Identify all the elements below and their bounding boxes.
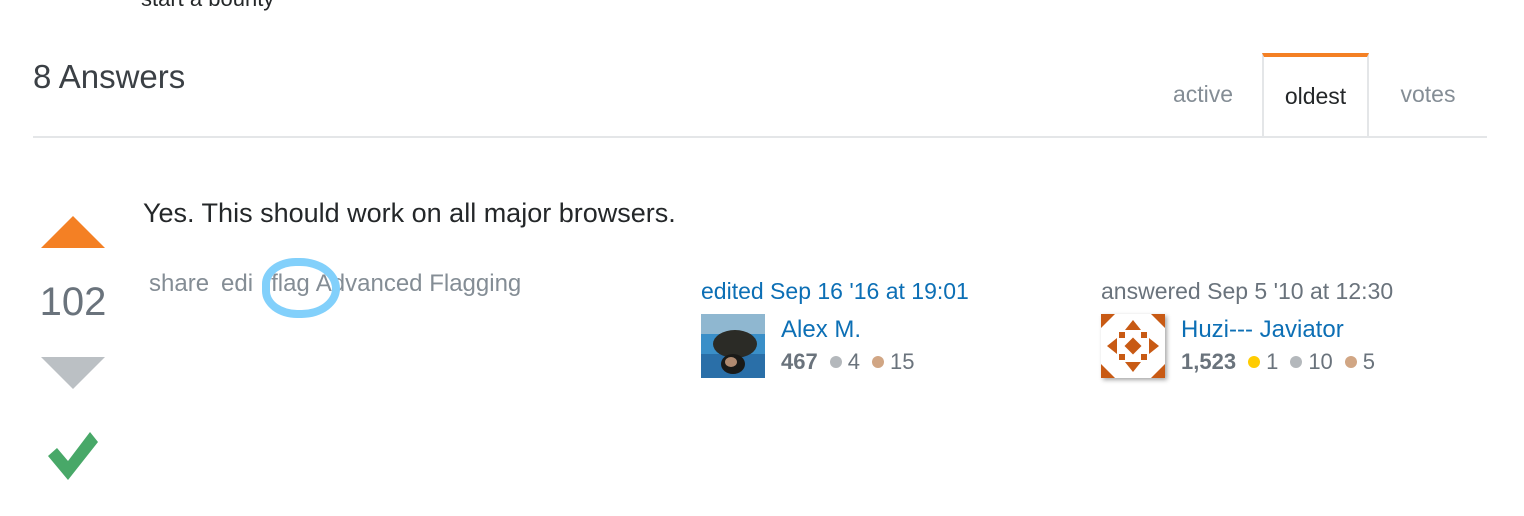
editor-reputation: 467 4 15: [781, 349, 926, 375]
editor-card: edited Sep 16 '16 at 19:01 Alex M. 467 4…: [701, 278, 969, 378]
silver-badge-count: 10: [1308, 349, 1333, 374]
post-menu: share edi flag Advanced Flagging: [149, 270, 533, 298]
author-reputation: 1,523 1 10 5: [1181, 349, 1387, 375]
editor-name[interactable]: Alex M.: [781, 316, 861, 344]
vote-count: 102: [39, 280, 107, 324]
author-name[interactable]: Huzi--- Javiator: [1181, 316, 1344, 344]
bronze-badge-count: 15: [889, 349, 915, 374]
reputation-score: 1,523: [1181, 349, 1237, 374]
silver-badge-count: 4: [847, 349, 860, 374]
bronze-badge-count: 5: [1362, 349, 1376, 374]
gold-badge-count: 1: [1266, 349, 1279, 374]
flag-link[interactable]: flag: [271, 270, 310, 298]
edit-link[interactable]: edi: [221, 270, 253, 298]
answers-header: 8 Answers active oldest votes: [33, 0, 1487, 138]
answers-count: 8 Answers: [33, 58, 186, 95]
downvote-arrow-icon[interactable]: [41, 357, 105, 389]
edited-timestamp[interactable]: edited Sep 16 '16 at 19:01: [701, 278, 969, 305]
reputation-score: 467: [781, 349, 818, 374]
silver-badge-icon: [1290, 356, 1303, 368]
tab-votes[interactable]: votes: [1369, 53, 1487, 133]
accepted-checkmark-icon: [48, 432, 98, 480]
bronze-badge-icon: [1344, 356, 1357, 368]
upvote-arrow-icon[interactable]: [41, 216, 105, 248]
answer-body: Yes. This should work on all major brows…: [143, 198, 676, 228]
sort-tabs: active oldest votes: [1144, 53, 1487, 136]
author-card: answered Sep 5 '10 at 12:30 Huzi--- Javi…: [1101, 278, 1393, 378]
editor-avatar[interactable]: [701, 314, 765, 378]
bronze-badge-icon: [871, 356, 884, 368]
author-avatar[interactable]: [1101, 314, 1165, 378]
share-link[interactable]: share: [149, 270, 209, 298]
silver-badge-icon: [829, 356, 842, 368]
advanced-flagging-link[interactable]: Advanced Flagging: [316, 270, 521, 298]
gold-badge-icon: [1248, 356, 1261, 368]
answered-timestamp[interactable]: answered Sep 5 '10 at 12:30: [1101, 278, 1393, 305]
tab-active[interactable]: active: [1144, 53, 1262, 133]
tab-oldest[interactable]: oldest: [1262, 53, 1369, 136]
